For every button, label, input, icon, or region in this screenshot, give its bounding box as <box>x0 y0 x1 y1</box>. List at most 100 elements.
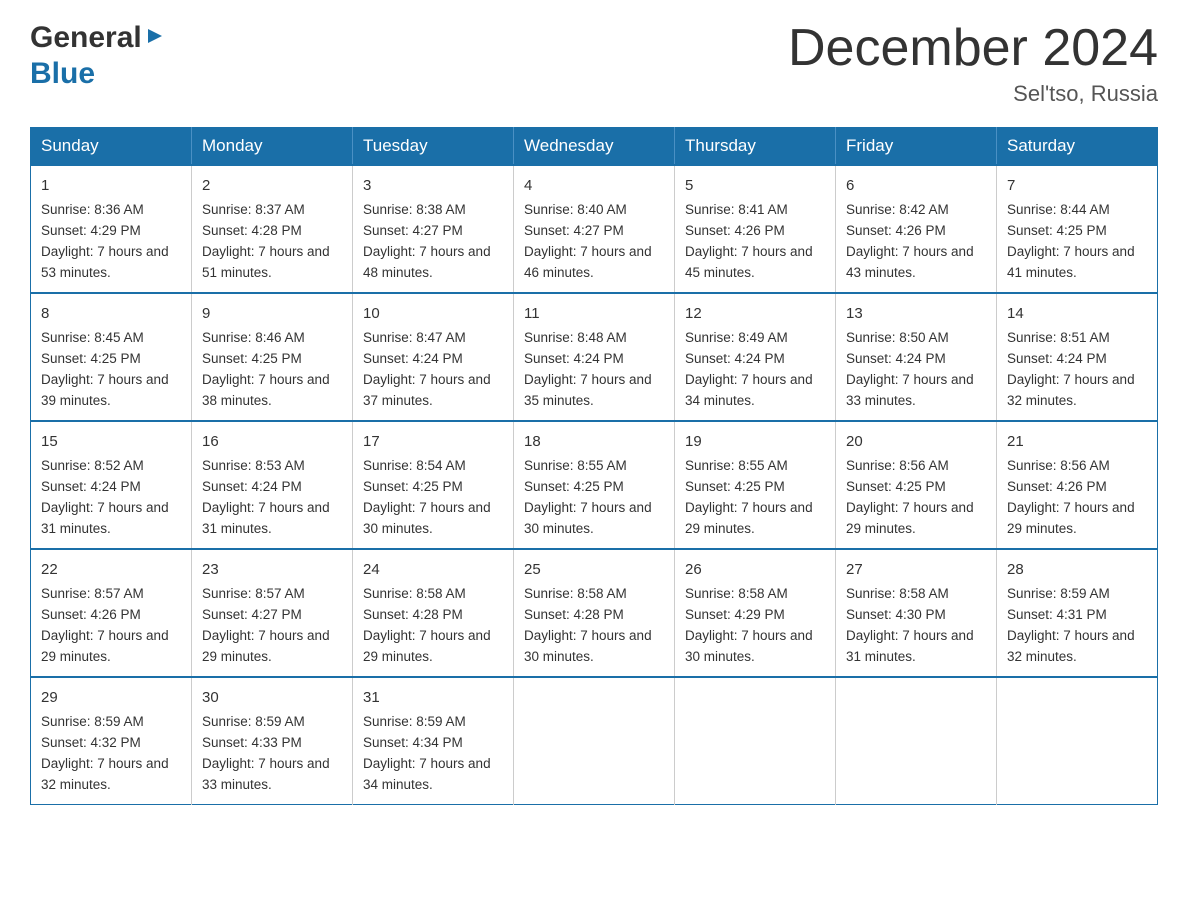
location: Sel'tso, Russia <box>788 81 1158 107</box>
day-daylight: Daylight: 7 hours and 45 minutes. <box>685 244 813 280</box>
calendar-day-cell: 3 Sunrise: 8:38 AM Sunset: 4:27 PM Dayli… <box>353 165 514 293</box>
day-sunset: Sunset: 4:25 PM <box>1007 223 1107 238</box>
day-sunrise: Sunrise: 8:53 AM <box>202 458 305 473</box>
day-number: 12 <box>685 302 825 325</box>
day-sunset: Sunset: 4:32 PM <box>41 735 141 750</box>
calendar-day-cell: 26 Sunrise: 8:58 AM Sunset: 4:29 PM Dayl… <box>675 549 836 677</box>
day-sunrise: Sunrise: 8:59 AM <box>41 714 144 729</box>
day-header-friday: Friday <box>836 128 997 166</box>
day-sunrise: Sunrise: 8:36 AM <box>41 202 144 217</box>
day-daylight: Daylight: 7 hours and 31 minutes. <box>846 628 974 664</box>
day-daylight: Daylight: 7 hours and 30 minutes. <box>524 628 652 664</box>
calendar-day-cell: 11 Sunrise: 8:48 AM Sunset: 4:24 PM Dayl… <box>514 293 675 421</box>
day-daylight: Daylight: 7 hours and 29 minutes. <box>202 628 330 664</box>
day-daylight: Daylight: 7 hours and 29 minutes. <box>1007 500 1135 536</box>
calendar-day-cell: 30 Sunrise: 8:59 AM Sunset: 4:33 PM Dayl… <box>192 677 353 804</box>
day-sunrise: Sunrise: 8:55 AM <box>524 458 627 473</box>
day-sunset: Sunset: 4:27 PM <box>202 607 302 622</box>
day-sunset: Sunset: 4:28 PM <box>202 223 302 238</box>
day-sunrise: Sunrise: 8:52 AM <box>41 458 144 473</box>
day-number: 29 <box>41 686 181 709</box>
day-sunrise: Sunrise: 8:58 AM <box>685 586 788 601</box>
day-sunset: Sunset: 4:24 PM <box>363 351 463 366</box>
calendar-day-cell: 10 Sunrise: 8:47 AM Sunset: 4:24 PM Dayl… <box>353 293 514 421</box>
calendar-day-cell: 28 Sunrise: 8:59 AM Sunset: 4:31 PM Dayl… <box>997 549 1158 677</box>
day-sunrise: Sunrise: 8:57 AM <box>41 586 144 601</box>
calendar-day-cell: 12 Sunrise: 8:49 AM Sunset: 4:24 PM Dayl… <box>675 293 836 421</box>
day-sunrise: Sunrise: 8:38 AM <box>363 202 466 217</box>
day-sunset: Sunset: 4:26 PM <box>685 223 785 238</box>
calendar-day-cell: 19 Sunrise: 8:55 AM Sunset: 4:25 PM Dayl… <box>675 421 836 549</box>
day-sunset: Sunset: 4:34 PM <box>363 735 463 750</box>
day-sunset: Sunset: 4:24 PM <box>1007 351 1107 366</box>
day-daylight: Daylight: 7 hours and 30 minutes. <box>524 500 652 536</box>
day-sunrise: Sunrise: 8:55 AM <box>685 458 788 473</box>
calendar-day-cell: 21 Sunrise: 8:56 AM Sunset: 4:26 PM Dayl… <box>997 421 1158 549</box>
calendar-empty-cell <box>675 677 836 804</box>
calendar-day-cell: 5 Sunrise: 8:41 AM Sunset: 4:26 PM Dayli… <box>675 165 836 293</box>
calendar-day-cell: 27 Sunrise: 8:58 AM Sunset: 4:30 PM Dayl… <box>836 549 997 677</box>
day-sunrise: Sunrise: 8:46 AM <box>202 330 305 345</box>
day-sunrise: Sunrise: 8:41 AM <box>685 202 788 217</box>
day-sunrise: Sunrise: 8:58 AM <box>363 586 466 601</box>
day-daylight: Daylight: 7 hours and 32 minutes. <box>1007 628 1135 664</box>
day-number: 8 <box>41 302 181 325</box>
day-number: 14 <box>1007 302 1147 325</box>
day-sunrise: Sunrise: 8:47 AM <box>363 330 466 345</box>
day-sunrise: Sunrise: 8:54 AM <box>363 458 466 473</box>
day-sunset: Sunset: 4:24 PM <box>846 351 946 366</box>
day-number: 17 <box>363 430 503 453</box>
logo-general-text: General <box>30 20 142 56</box>
calendar-day-cell: 7 Sunrise: 8:44 AM Sunset: 4:25 PM Dayli… <box>997 165 1158 293</box>
day-number: 5 <box>685 174 825 197</box>
day-number: 30 <box>202 686 342 709</box>
day-sunrise: Sunrise: 8:58 AM <box>524 586 627 601</box>
day-daylight: Daylight: 7 hours and 48 minutes. <box>363 244 491 280</box>
day-sunset: Sunset: 4:26 PM <box>41 607 141 622</box>
calendar-day-cell: 25 Sunrise: 8:58 AM Sunset: 4:28 PM Dayl… <box>514 549 675 677</box>
day-sunrise: Sunrise: 8:56 AM <box>1007 458 1110 473</box>
day-daylight: Daylight: 7 hours and 46 minutes. <box>524 244 652 280</box>
day-sunset: Sunset: 4:31 PM <box>1007 607 1107 622</box>
day-daylight: Daylight: 7 hours and 31 minutes. <box>202 500 330 536</box>
day-sunset: Sunset: 4:25 PM <box>685 479 785 494</box>
day-daylight: Daylight: 7 hours and 29 minutes. <box>846 500 974 536</box>
day-number: 3 <box>363 174 503 197</box>
day-daylight: Daylight: 7 hours and 51 minutes. <box>202 244 330 280</box>
calendar-empty-cell <box>514 677 675 804</box>
day-sunset: Sunset: 4:28 PM <box>524 607 624 622</box>
calendar-day-cell: 17 Sunrise: 8:54 AM Sunset: 4:25 PM Dayl… <box>353 421 514 549</box>
day-number: 6 <box>846 174 986 197</box>
day-number: 31 <box>363 686 503 709</box>
logo: General Blue <box>30 20 166 92</box>
day-sunset: Sunset: 4:24 PM <box>685 351 785 366</box>
calendar-day-cell: 23 Sunrise: 8:57 AM Sunset: 4:27 PM Dayl… <box>192 549 353 677</box>
day-number: 18 <box>524 430 664 453</box>
day-number: 7 <box>1007 174 1147 197</box>
day-sunset: Sunset: 4:25 PM <box>524 479 624 494</box>
day-sunset: Sunset: 4:28 PM <box>363 607 463 622</box>
day-daylight: Daylight: 7 hours and 32 minutes. <box>1007 372 1135 408</box>
day-daylight: Daylight: 7 hours and 30 minutes. <box>685 628 813 664</box>
day-number: 28 <box>1007 558 1147 581</box>
day-header-monday: Monday <box>192 128 353 166</box>
day-daylight: Daylight: 7 hours and 37 minutes. <box>363 372 491 408</box>
logo-triangle-icon <box>144 25 166 47</box>
day-number: 22 <box>41 558 181 581</box>
day-sunrise: Sunrise: 8:42 AM <box>846 202 949 217</box>
day-daylight: Daylight: 7 hours and 38 minutes. <box>202 372 330 408</box>
day-daylight: Daylight: 7 hours and 39 minutes. <box>41 372 169 408</box>
day-sunrise: Sunrise: 8:45 AM <box>41 330 144 345</box>
day-sunrise: Sunrise: 8:51 AM <box>1007 330 1110 345</box>
day-sunrise: Sunrise: 8:48 AM <box>524 330 627 345</box>
day-sunset: Sunset: 4:24 PM <box>41 479 141 494</box>
day-daylight: Daylight: 7 hours and 34 minutes. <box>685 372 813 408</box>
day-sunset: Sunset: 4:26 PM <box>846 223 946 238</box>
day-number: 24 <box>363 558 503 581</box>
calendar-day-cell: 2 Sunrise: 8:37 AM Sunset: 4:28 PM Dayli… <box>192 165 353 293</box>
day-daylight: Daylight: 7 hours and 34 minutes. <box>363 756 491 792</box>
day-number: 1 <box>41 174 181 197</box>
day-number: 2 <box>202 174 342 197</box>
calendar-day-cell: 18 Sunrise: 8:55 AM Sunset: 4:25 PM Dayl… <box>514 421 675 549</box>
calendar-week-row: 1 Sunrise: 8:36 AM Sunset: 4:29 PM Dayli… <box>31 165 1158 293</box>
